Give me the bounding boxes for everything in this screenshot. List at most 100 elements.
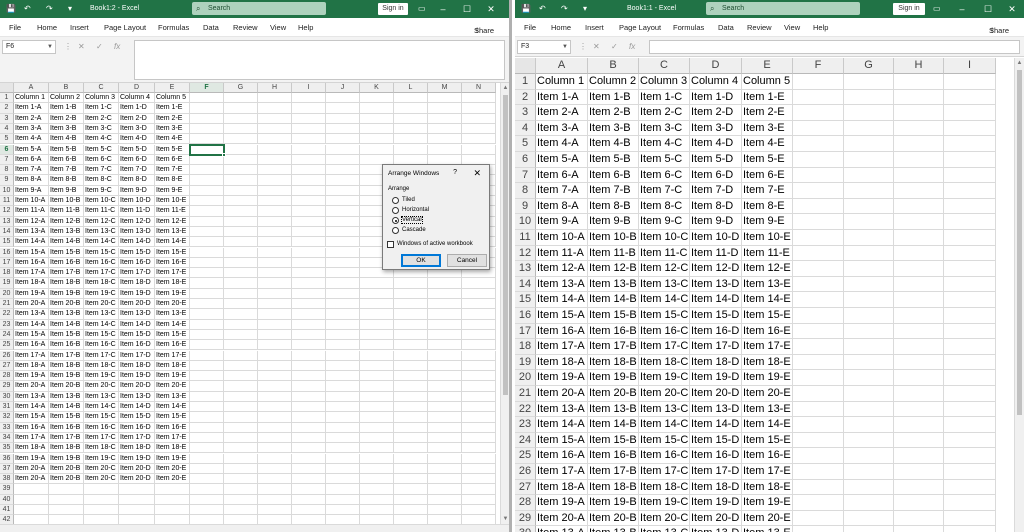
cell[interactable] <box>190 371 224 382</box>
cell[interactable] <box>894 276 944 293</box>
search-box[interactable]: ⌕ Search <box>706 2 860 15</box>
cell[interactable] <box>292 463 326 475</box>
cell[interactable] <box>224 216 258 227</box>
cell[interactable]: Item 2-D <box>119 113 155 124</box>
cell[interactable]: Item 17-A <box>536 339 588 355</box>
cell[interactable]: Item 15-D <box>119 247 155 258</box>
help-icon[interactable]: ? <box>453 169 457 176</box>
cell[interactable] <box>326 299 360 310</box>
cell[interactable] <box>894 183 944 199</box>
cell[interactable] <box>326 216 360 227</box>
cell[interactable]: Item 2-A <box>536 105 588 121</box>
cell[interactable] <box>360 391 394 402</box>
cell[interactable] <box>258 288 292 299</box>
row-header[interactable]: 29 <box>0 381 14 392</box>
cell[interactable] <box>844 479 894 496</box>
cell[interactable]: Item 13-E <box>155 226 190 238</box>
row-header[interactable]: 2 <box>0 103 14 114</box>
cell[interactable]: Item 16-C <box>84 340 119 351</box>
cell[interactable]: Item 1-E <box>742 89 793 106</box>
cell[interactable] <box>793 370 844 386</box>
cell[interactable]: Item 1-A <box>14 103 49 114</box>
cell[interactable]: Item 17-B <box>588 464 639 480</box>
cell[interactable]: Item 15-A <box>536 432 588 449</box>
cell[interactable] <box>944 120 996 137</box>
row-header[interactable]: 39 <box>0 484 14 495</box>
cell[interactable]: Item 19-A <box>14 288 49 299</box>
cell[interactable]: Item 20-D <box>690 386 742 402</box>
radio-cascade[interactable]: Cascade <box>392 226 426 235</box>
cell[interactable] <box>155 494 190 505</box>
cell[interactable]: Item 16-D <box>690 448 742 464</box>
cell[interactable] <box>394 360 428 372</box>
cell[interactable] <box>844 214 894 230</box>
cell[interactable] <box>894 198 944 215</box>
cell[interactable]: Item 16-A <box>536 323 588 340</box>
formula-input[interactable] <box>649 40 1020 54</box>
cell[interactable] <box>224 185 258 196</box>
cell[interactable] <box>190 268 224 279</box>
cell[interactable]: Item 10-B <box>49 196 84 207</box>
cell[interactable] <box>224 432 258 444</box>
cell[interactable]: Item 20-A <box>536 510 588 527</box>
cell[interactable]: Item 14-D <box>690 417 742 433</box>
row-header[interactable]: 27 <box>515 479 536 496</box>
select-all-corner[interactable] <box>515 58 536 74</box>
cell[interactable] <box>119 494 155 505</box>
cell[interactable]: Item 17-C <box>84 432 119 444</box>
cell[interactable] <box>224 123 258 135</box>
cell[interactable] <box>326 226 360 238</box>
cell[interactable]: Item 20-C <box>84 474 119 485</box>
select-all-corner[interactable] <box>0 83 14 93</box>
cell[interactable] <box>292 371 326 382</box>
cell[interactable] <box>360 309 394 320</box>
cell[interactable]: Item 16-D <box>119 340 155 351</box>
cell[interactable] <box>84 515 119 524</box>
cell[interactable] <box>944 261 996 277</box>
row-header[interactable]: 22 <box>0 309 14 320</box>
cell[interactable] <box>944 89 996 106</box>
cell[interactable] <box>360 350 394 361</box>
cell[interactable]: Item 20-D <box>119 463 155 475</box>
cell[interactable] <box>428 103 462 114</box>
cell[interactable]: Item 12-B <box>49 216 84 227</box>
cell[interactable] <box>793 276 844 293</box>
cell[interactable] <box>944 339 996 355</box>
cell[interactable] <box>394 309 428 320</box>
cell[interactable] <box>190 329 224 341</box>
cell[interactable]: Item 5-C <box>639 152 690 168</box>
cell[interactable]: Item 18-E <box>155 360 190 372</box>
cell[interactable] <box>190 113 224 124</box>
cell[interactable] <box>360 371 394 382</box>
cell[interactable]: Item 9-A <box>14 185 49 196</box>
cell[interactable] <box>258 505 292 516</box>
cell[interactable] <box>894 479 944 496</box>
cell[interactable] <box>894 323 944 340</box>
cell[interactable] <box>394 494 428 505</box>
cell[interactable] <box>326 278 360 289</box>
cell[interactable] <box>224 463 258 475</box>
cell[interactable] <box>944 230 996 246</box>
cell[interactable] <box>793 401 844 418</box>
cell[interactable]: Item 6-C <box>84 154 119 166</box>
cell[interactable]: Item 5-D <box>690 152 742 168</box>
column-header-d[interactable]: D <box>119 83 155 93</box>
cell[interactable] <box>190 226 224 238</box>
cell[interactable]: Item 16-A <box>14 340 49 351</box>
cell[interactable] <box>462 381 496 392</box>
cell[interactable] <box>258 463 292 475</box>
scrollbar-thumb[interactable] <box>1017 70 1022 415</box>
cell[interactable] <box>844 167 894 184</box>
cell[interactable] <box>292 505 326 516</box>
name-box[interactable]: F3 ▼ <box>517 40 571 54</box>
cell[interactable] <box>360 278 394 289</box>
cell[interactable] <box>793 214 844 230</box>
cell[interactable]: Item 3-D <box>119 123 155 135</box>
cell[interactable] <box>190 505 224 516</box>
row-header[interactable]: 7 <box>515 167 536 184</box>
row-header[interactable]: 3 <box>0 113 14 124</box>
cell[interactable] <box>119 515 155 524</box>
cell[interactable]: Item 9-B <box>49 185 84 196</box>
cell[interactable] <box>190 340 224 351</box>
cell[interactable]: Item 17-C <box>84 350 119 361</box>
